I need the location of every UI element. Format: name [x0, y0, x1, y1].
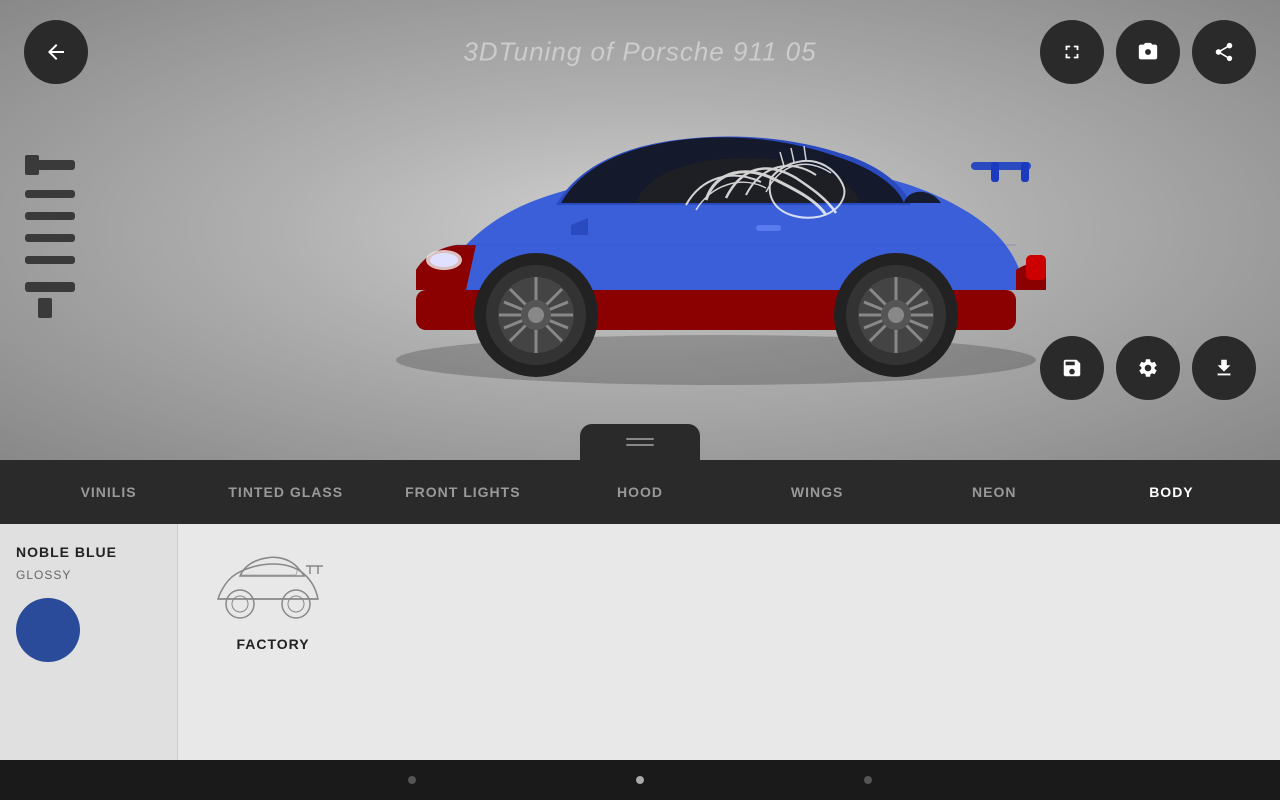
tab-vinilis[interactable]: VINILIS [20, 460, 197, 524]
tab-handle[interactable] [580, 424, 700, 460]
page-title: 3DTuning of Porsche 911 05 [463, 37, 816, 68]
dot-2 [636, 776, 644, 784]
bottom-right-buttons [1040, 336, 1256, 400]
tab-neon[interactable]: NEON [906, 460, 1083, 524]
settings-button[interactable] [1116, 336, 1180, 400]
color-name: NOBLE BLUE [16, 544, 117, 560]
download-button[interactable] [1192, 336, 1256, 400]
navigation-tabs: VINILIS TINTED GLASS FRONT LIGHTS HOOD W… [0, 460, 1280, 524]
tab-body[interactable]: BODY [1083, 460, 1260, 524]
fullscreen-button[interactable] [1040, 20, 1104, 84]
tab-front-lights[interactable]: FRONT LIGHTS [374, 460, 551, 524]
share-button[interactable] [1192, 20, 1256, 84]
layer-tool-icon[interactable] [20, 150, 90, 350]
factory-car-outline [208, 544, 338, 624]
save-button[interactable] [1040, 336, 1104, 400]
dot-3 [864, 776, 872, 784]
color-swatch[interactable] [16, 598, 80, 662]
option-factory[interactable]: FACTORY [208, 544, 338, 652]
back-button[interactable] [24, 20, 88, 84]
dot-1 [408, 776, 416, 784]
options-area: FACTORY [178, 524, 1280, 800]
option-factory-label: FACTORY [236, 636, 309, 652]
car-viewer: 3DTuning of Porsche 911 05 [0, 0, 1280, 460]
top-bar: 3DTuning of Porsche 911 05 [0, 0, 1280, 104]
handle-lines-icon [626, 438, 654, 446]
color-type: GLOSSY [16, 568, 71, 582]
camera-button[interactable] [1116, 20, 1180, 84]
car-display [336, 70, 1096, 390]
tab-hood[interactable]: HOOD [551, 460, 728, 524]
left-tools [20, 150, 90, 350]
tab-wings[interactable]: WINGS [729, 460, 906, 524]
bottom-content: NOBLE BLUE GLOSSY [0, 524, 1280, 800]
top-right-buttons [1040, 20, 1256, 84]
color-panel: NOBLE BLUE GLOSSY [0, 524, 178, 800]
dot-bar [0, 760, 1280, 800]
tab-tinted-glass[interactable]: TINTED GLASS [197, 460, 374, 524]
